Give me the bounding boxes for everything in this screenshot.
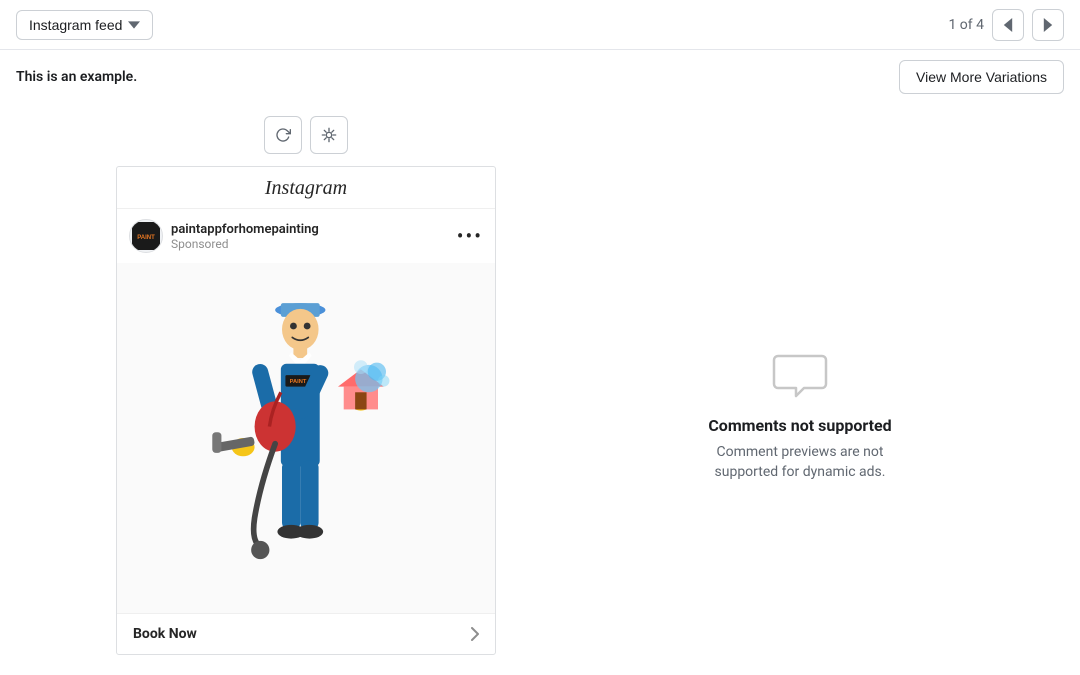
view-more-variations-button[interactable]: View More Variations xyxy=(899,60,1064,94)
account-info: PAINT paintappforhomepainting Sponsored xyxy=(129,219,319,253)
comments-not-supported-title: Comments not supported xyxy=(708,416,891,435)
sponsored-label: Sponsored xyxy=(171,237,319,251)
post-header: PAINT paintappforhomepainting Sponsored … xyxy=(117,209,495,263)
chevron-down-icon xyxy=(128,19,140,31)
book-now-bar[interactable]: Book Now xyxy=(117,613,495,654)
page-indicator: 1 of 4 xyxy=(948,17,984,33)
comments-not-supported-desc: Comment previews are not supported for d… xyxy=(690,443,910,482)
chevron-left-icon xyxy=(1003,18,1013,32)
top-bar: Instagram feed 1 of 4 xyxy=(0,0,1080,50)
refresh-button[interactable] xyxy=(264,116,302,154)
instagram-card: Instagram PAINT paintappforhomepainting … xyxy=(116,166,496,655)
account-details: paintappforhomepainting Sponsored xyxy=(171,222,319,251)
prev-button[interactable] xyxy=(992,9,1024,41)
chevron-right-icon xyxy=(1043,18,1053,32)
more-options-button[interactable]: ••• xyxy=(457,226,483,246)
svg-text:PAINT: PAINT xyxy=(137,235,155,241)
book-now-chevron-icon xyxy=(471,627,479,641)
pagination-controls: 1 of 4 xyxy=(948,9,1064,41)
bug-icon xyxy=(321,127,337,143)
feed-dropdown-label: Instagram feed xyxy=(29,17,122,33)
avatar: PAINT xyxy=(129,219,163,253)
svg-text:PAINT: PAINT xyxy=(290,379,307,385)
feed-dropdown[interactable]: Instagram feed xyxy=(16,10,153,40)
next-button[interactable] xyxy=(1032,9,1064,41)
action-icons-row xyxy=(264,116,348,154)
left-column: Instagram PAINT paintappforhomepainting … xyxy=(116,116,496,655)
secondary-bar: This is an example. View More Variations xyxy=(0,50,1080,104)
comment-icon xyxy=(772,348,828,404)
painter-illustration: PAINT xyxy=(186,278,426,598)
comments-panel: Comments not supported Comment previews … xyxy=(536,116,1064,655)
instagram-header: Instagram xyxy=(117,167,495,209)
refresh-icon xyxy=(275,127,291,143)
example-label: This is an example. xyxy=(16,69,137,85)
account-name: paintappforhomepainting xyxy=(171,222,319,237)
post-image: PAINT xyxy=(117,263,495,613)
bug-button[interactable] xyxy=(310,116,348,154)
account-logo-icon: PAINT xyxy=(132,222,160,250)
main-content: Instagram PAINT paintappforhomepainting … xyxy=(0,104,1080,667)
book-now-label: Book Now xyxy=(133,626,197,642)
